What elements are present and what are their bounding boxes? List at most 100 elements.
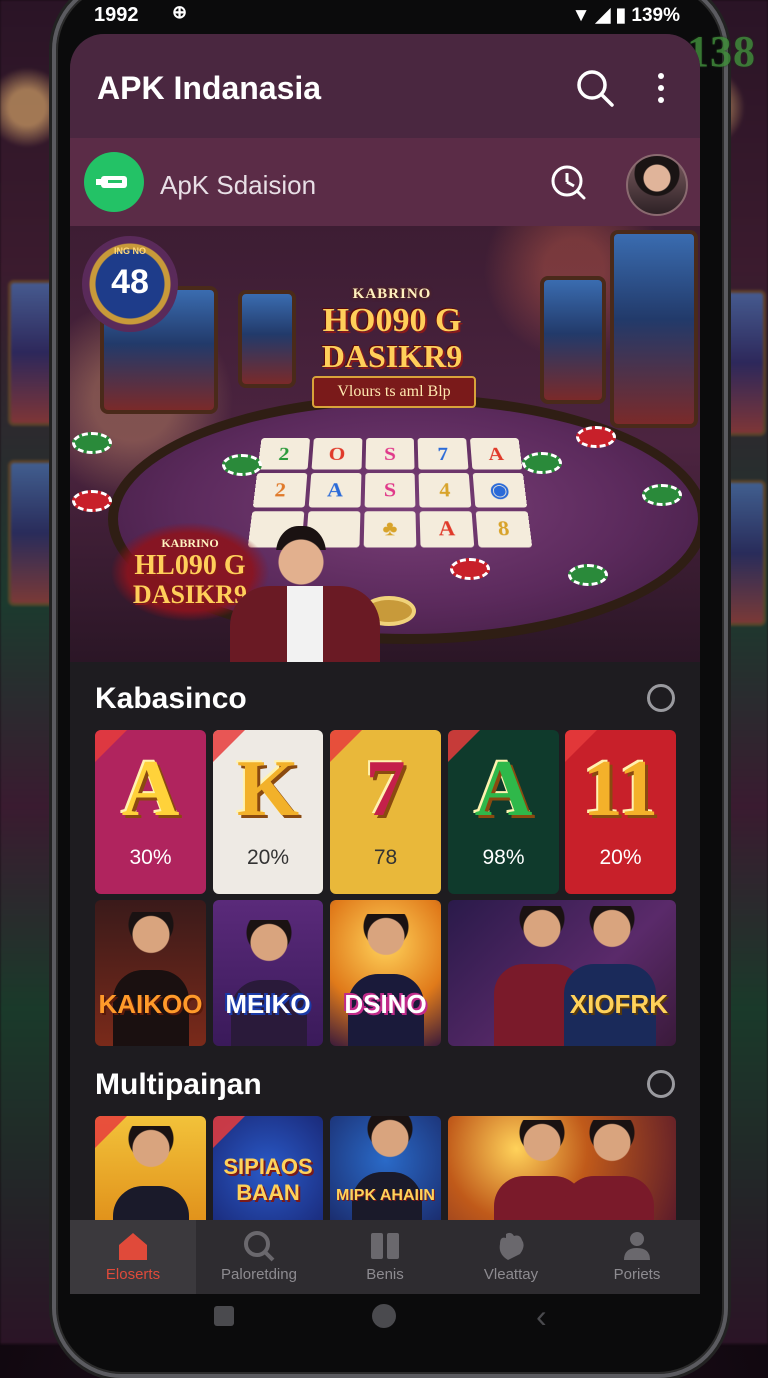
game-tile[interactable]: K 20% (213, 730, 323, 894)
promo-card[interactable]: DSINO (330, 900, 441, 1046)
slot-machine-image (610, 230, 698, 428)
tile-percent: 30% (129, 846, 172, 869)
tile-percent: 20% (246, 846, 290, 869)
nav-item-profile[interactable]: Poriets (574, 1220, 700, 1294)
avatar[interactable] (626, 154, 688, 216)
poker-chip (72, 432, 112, 454)
tile-letter: A (121, 745, 180, 833)
status-right: ▼ ◢ ▮ 139% (572, 4, 680, 27)
search-icon (244, 1231, 275, 1262)
home-icon (119, 1233, 147, 1260)
nav-label: Vleattay (483, 1266, 539, 1283)
poker-chip (568, 564, 608, 586)
banner-logo-line2: HO090 G (322, 301, 462, 339)
game-tile[interactable]: A 98% (448, 730, 559, 894)
history-icon[interactable] (550, 164, 586, 200)
card: A (308, 473, 362, 508)
corner-ribbon-icon (95, 730, 127, 762)
wifi-icon: ▼ (571, 5, 591, 26)
sub-header: ApK Sdaision (70, 138, 700, 226)
section-title-multipaingan: Multipaiŋan (95, 1068, 262, 1101)
promo-card[interactable]: SIPIAOS BAAN (213, 1116, 323, 1226)
tile-letter: K (236, 745, 300, 833)
system-navigation-bar: ‹ (70, 1294, 700, 1342)
card: S (365, 438, 415, 470)
sub-header-label: ApK Sdaision (160, 170, 317, 200)
poker-chip (222, 454, 262, 476)
poker-chip (576, 426, 616, 448)
promo-card[interactable]: KAIKOO (95, 900, 206, 1046)
nav-label: Poriets (613, 1266, 661, 1283)
status-time: 1992 (94, 4, 139, 26)
book-icon (371, 1233, 399, 1259)
battery-level: 139% (631, 5, 680, 26)
nav-label: Benis (366, 1266, 404, 1283)
slot-machine-image (238, 290, 296, 388)
app-logo-icon[interactable] (84, 152, 144, 212)
section-toggle[interactable] (647, 1070, 675, 1098)
search-icon[interactable] (575, 68, 615, 108)
promo-card-wide[interactable] (448, 1116, 676, 1226)
card: ◉ (472, 473, 528, 508)
game-tile[interactable]: A 30% (95, 730, 206, 894)
game-tile[interactable]: 11 20% (565, 730, 676, 894)
badge-ring-text: ING NO (113, 246, 146, 256)
poker-chip (72, 490, 112, 512)
nav-item-activity[interactable]: Vleattay (448, 1220, 574, 1294)
hand-icon (499, 1232, 524, 1260)
card: 8 (475, 510, 533, 548)
corner-ribbon-icon (213, 1116, 245, 1148)
more-options-icon[interactable] (656, 70, 666, 110)
promo-label: MEIKO (225, 989, 311, 1019)
app-screen: APK Indanasia ApK Sdaision 2 O S 7 A 2 A… (70, 34, 700, 1294)
nav-item-search[interactable]: Paloretding (196, 1220, 322, 1294)
nav-label: Eloserts (105, 1266, 161, 1283)
card: A (419, 510, 475, 548)
card: 2 (252, 473, 308, 508)
tile-letter: 7 (365, 745, 406, 833)
recents-icon[interactable] (214, 1306, 234, 1326)
banner-logo-line3: DASIKR9 (321, 337, 463, 374)
card: O (311, 438, 363, 470)
game-tile[interactable]: 7 78 (330, 730, 441, 894)
tile-percent: 98% (482, 846, 525, 869)
promo-label: DSINO (344, 989, 427, 1019)
promo-label: MIPK AHAIIN (336, 1187, 435, 1204)
home-button-icon[interactable] (372, 1304, 396, 1328)
profile-icon (624, 1232, 650, 1260)
badge-number: 48 (111, 262, 149, 301)
battery-icon: ▮ (615, 5, 627, 26)
banner-logo: KABRINO HO090 G DASIKR9 (292, 274, 492, 384)
corner-ribbon-icon (330, 730, 362, 762)
section-title-kabasinco: Kabasinco (95, 682, 247, 715)
tile-percent: 78 (373, 846, 398, 869)
app-title: APK Indanasia (97, 70, 322, 106)
back-icon[interactable]: ‹ (536, 1298, 547, 1335)
nav-item-bonus[interactable]: Benis (322, 1220, 448, 1294)
nav-item-home[interactable]: Eloserts (70, 1220, 196, 1294)
promo-label: KAIKOO (98, 989, 203, 1019)
banner-logo-top: KABRINO (352, 285, 432, 302)
poker-chip (642, 484, 682, 506)
promo-card[interactable]: MIPK AHAIIN (330, 1116, 441, 1226)
nav-label: Paloretding (221, 1266, 297, 1283)
card: S (364, 473, 416, 508)
badge-emblem: 48 ING NO (82, 236, 178, 332)
banner-logo-small-top: KABRINO (161, 535, 219, 550)
promo-label: XIOFRK (569, 989, 668, 1019)
promo-banner[interactable]: 2 O S 7 A 2 A S 4 ◉ ♣ A 8 48 ING NO KABR… (70, 226, 700, 662)
card: 4 (418, 473, 472, 508)
tile-letter: A (474, 745, 533, 833)
poker-chip (522, 452, 562, 474)
promo-card-wide[interactable]: XIOFRK (448, 900, 676, 1046)
promo-card[interactable] (95, 1116, 206, 1226)
card: A (470, 438, 523, 470)
host-person-image (220, 526, 380, 662)
corner-ribbon-icon (565, 730, 597, 762)
promo-card[interactable]: MEIKO (213, 900, 323, 1046)
notification-icon: ⊕ (172, 2, 188, 22)
slot-machine-image (540, 276, 606, 404)
card: 2 (257, 438, 310, 470)
tile-percent: 20% (599, 846, 642, 869)
section-toggle[interactable] (647, 684, 675, 712)
